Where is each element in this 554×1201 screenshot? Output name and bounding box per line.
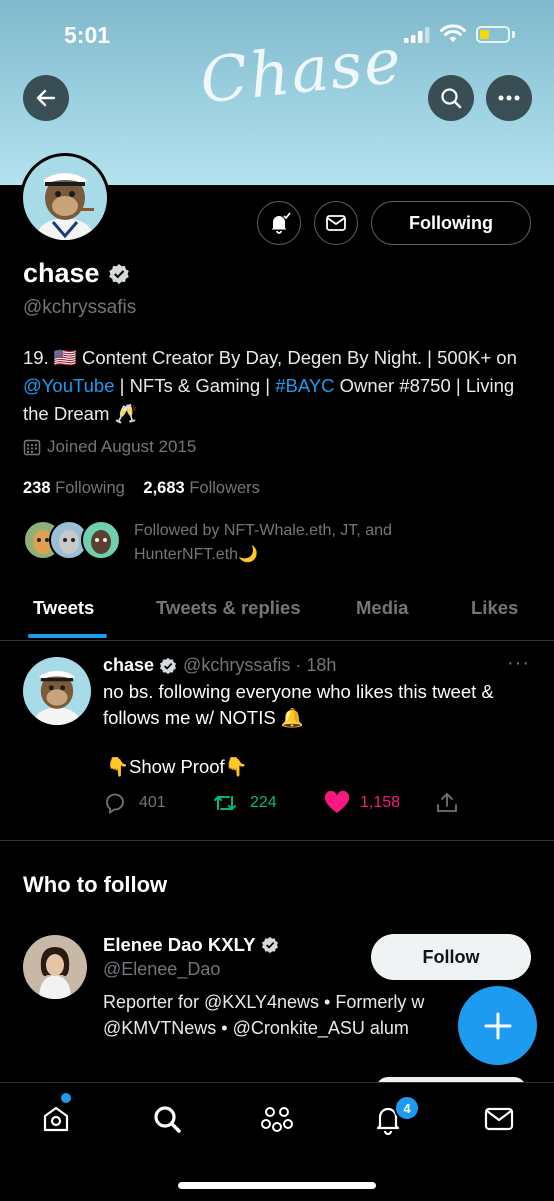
verified-badge-icon — [160, 657, 177, 674]
retweet-count: 224 — [250, 794, 277, 811]
tweet-avatar[interactable] — [23, 657, 91, 725]
battery-icon — [476, 26, 510, 43]
tweet-text: no bs. following everyone who likes this… — [103, 681, 494, 728]
more-horizontal-icon — [498, 95, 520, 101]
bio-text-2: | NFTs & Gaming | — [114, 375, 276, 396]
suggestion-bio-line-2: @KMVTNews • @Cronkite_ASU alum — [103, 1018, 409, 1038]
profile-name: chase — [23, 258, 100, 288]
verified-badge-icon — [261, 936, 278, 954]
status-time: 5:01 — [64, 22, 111, 48]
following-stat[interactable]: 238 Following — [23, 479, 125, 497]
search-icon — [154, 1106, 181, 1133]
retweet-icon — [214, 796, 236, 810]
who-to-follow-title: Who to follow — [23, 872, 168, 897]
envelope-icon — [484, 1107, 514, 1131]
nav-messages[interactable] — [481, 1101, 517, 1137]
ape-avatar-image — [23, 156, 107, 240]
share-icon — [437, 793, 457, 812]
battery-tip — [512, 31, 515, 38]
followers-stat[interactable]: 2,683 Followers — [143, 479, 260, 497]
suggestion-handle: @Elenee_Dao — [103, 959, 221, 979]
tweet-author-name[interactable]: chase — [103, 655, 154, 676]
plus-icon — [484, 1012, 511, 1039]
tweet-meta: @kchryssafis · 18h — [183, 655, 337, 675]
suggestion-bio-line-1: Reporter for @KXLY4news • Formerly w — [103, 992, 425, 1012]
nav-spaces[interactable] — [259, 1101, 295, 1137]
followers-count: 2,683 — [143, 479, 185, 497]
suggestion-name-row[interactable]: Elenee Dao KXLY — [103, 934, 279, 956]
profile-bio: 19. 🇺🇸 Content Creator By Day, Degen By … — [23, 344, 533, 428]
reply-count: 401 — [139, 794, 166, 811]
bio-link-youtube[interactable]: @YouTube — [23, 375, 114, 396]
follower-avatar-3 — [81, 520, 121, 560]
joined-date: Joined August 2015 — [47, 437, 197, 456]
section-divider — [0, 840, 554, 841]
wifi-icon — [440, 24, 466, 42]
following-count: 238 — [23, 479, 51, 497]
tab-tweets[interactable]: Tweets — [33, 597, 94, 619]
notifications-toggle-button[interactable] — [257, 201, 301, 245]
verified-badge-icon — [108, 263, 129, 284]
nav-search[interactable] — [149, 1101, 185, 1137]
active-tab-indicator — [28, 634, 107, 638]
following-button[interactable]: Following — [371, 201, 531, 245]
tab-tweets-replies[interactable]: Tweets & replies — [156, 597, 301, 619]
search-icon — [441, 88, 462, 109]
spaces-icon — [261, 1107, 293, 1132]
tab-media[interactable]: Media — [356, 597, 408, 619]
bio-text-1: 19. 🇺🇸 Content Creator By Day, Degen By … — [23, 347, 517, 368]
reply-icon — [106, 793, 124, 815]
home-notification-dot — [61, 1093, 71, 1103]
suggestion-bio: Reporter for @KXLY4news • Formerly w @KM… — [103, 989, 483, 1041]
followers-label: Followers — [189, 479, 260, 497]
search-button[interactable] — [428, 75, 474, 121]
like-count: 1,158 — [360, 794, 401, 811]
bell-check-icon — [271, 212, 291, 234]
ape-avatar-image — [23, 657, 91, 725]
share-action[interactable] — [435, 791, 459, 815]
person-photo-image — [23, 935, 87, 999]
suggestion-avatar[interactable] — [23, 935, 87, 999]
profile-name-row: chase — [23, 258, 130, 289]
suggestion-name: Elenee Dao KXLY — [103, 934, 256, 955]
tweet-show-proof[interactable]: 👇Show Proof👇 — [106, 756, 248, 778]
tab-likes[interactable]: Likes — [471, 597, 518, 619]
heart-icon — [324, 791, 350, 813]
bio-link-bayc[interactable]: #BAYC — [275, 375, 334, 396]
home-icon — [43, 1106, 69, 1132]
nav-home[interactable] — [38, 1101, 74, 1137]
notification-badge: 4 — [394, 1095, 420, 1121]
reply-action[interactable]: 401 — [103, 791, 166, 815]
retweet-action[interactable]: 224 — [212, 791, 277, 815]
follow-button[interactable]: Follow — [371, 934, 531, 980]
follow-stats: 238 Following 2,683 Followers — [23, 479, 260, 498]
tweet-more-icon[interactable]: ··· — [507, 652, 530, 675]
envelope-icon — [326, 215, 346, 231]
like-action[interactable]: 1,158 — [324, 791, 400, 815]
back-button[interactable] — [23, 75, 69, 121]
cellular-signal-icon — [404, 27, 430, 43]
compose-tweet-button[interactable] — [458, 986, 537, 1065]
following-label: Following — [55, 479, 125, 497]
arrow-left-icon — [36, 89, 56, 107]
more-options-button[interactable] — [486, 75, 532, 121]
profile-handle: @kchryssafis — [23, 297, 137, 318]
tweet-header: chase @kchryssafis · 18h — [103, 655, 336, 676]
profile-avatar[interactable] — [20, 153, 110, 243]
followed-by-text[interactable]: Followed by NFT-Whale.eth, JT, and Hunte… — [134, 519, 454, 567]
message-button[interactable] — [314, 201, 358, 245]
calendar-icon — [23, 439, 41, 456]
status-bar: 5:01 — [0, 0, 554, 70]
home-indicator[interactable] — [178, 1182, 376, 1189]
joined-date-row: Joined August 2015 — [23, 437, 196, 457]
